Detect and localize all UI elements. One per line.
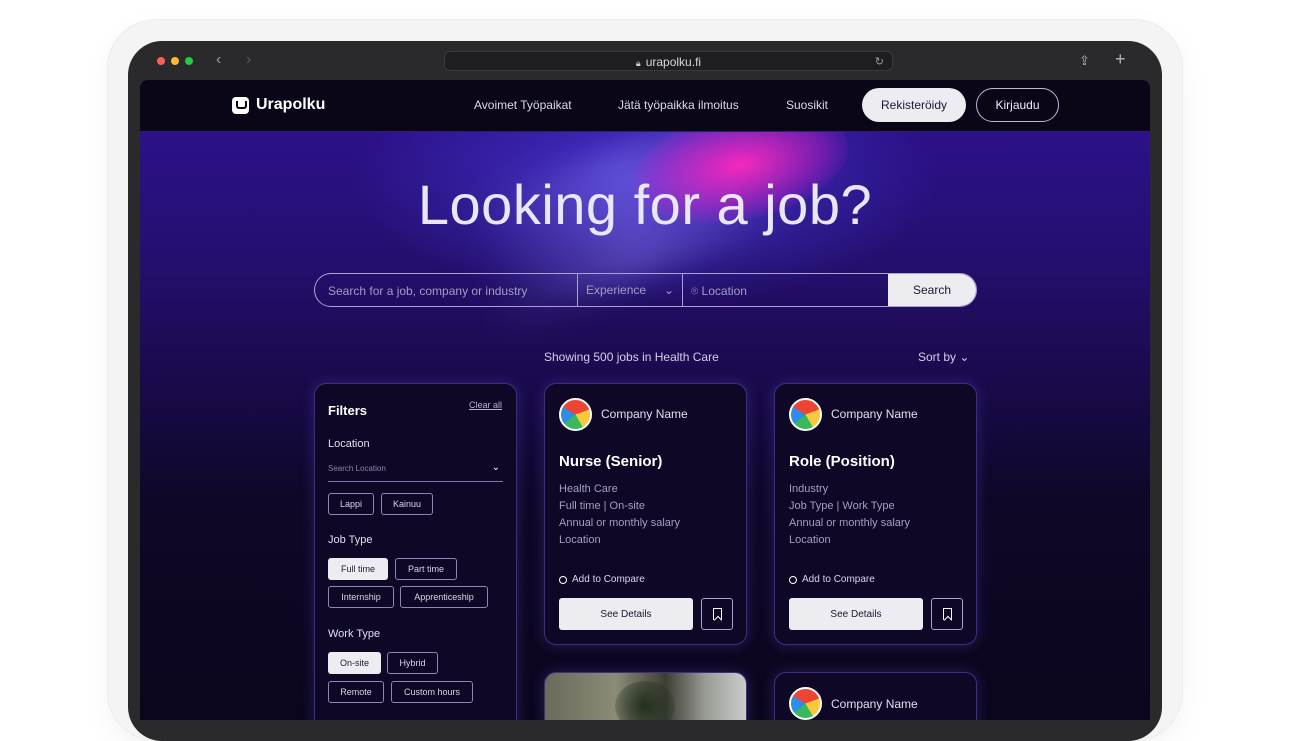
nav-link-post-job[interactable]: Jätä työpaikka ilmoitus: [618, 98, 739, 112]
site-logo[interactable]: Urapolku: [232, 96, 325, 114]
results-summary: Showing 500 jobs in Health Care: [544, 350, 719, 364]
clear-all-filters-link[interactable]: Clear all: [469, 400, 502, 410]
fullscreen-window-button[interactable]: [185, 57, 193, 65]
new-tab-icon[interactable]: +: [1115, 49, 1126, 70]
work-type-filter-label: Work Type: [328, 628, 381, 640]
chip-job-type-internship[interactable]: Internship: [328, 586, 394, 608]
chevron-down-icon: ⌄: [491, 462, 500, 473]
lock-icon: 🔒︎: [635, 58, 641, 68]
job-card[interactable]: Company Name: [774, 672, 977, 720]
save-job-button[interactable]: [931, 598, 963, 630]
job-card[interactable]: Company Name Nurse (Senior) Health Care …: [544, 383, 747, 645]
address-text-row: 🔒︎ urapolku.fi: [445, 55, 892, 69]
job-industry: Health Care: [559, 483, 618, 495]
company-logo: [789, 687, 822, 720]
nav-link-open-jobs[interactable]: Avoimet Työpaikat: [474, 98, 572, 112]
experience-select[interactable]: Experience ⌄: [578, 274, 683, 306]
filters-title: Filters: [328, 403, 368, 418]
logo-text: Urapolku: [256, 96, 326, 113]
close-window-button[interactable]: [157, 57, 165, 65]
chevron-down-icon: ⌄: [959, 350, 970, 364]
chip-work-type-custom-hours[interactable]: Custom hours: [391, 681, 473, 703]
job-type: Full time | On-site: [559, 500, 645, 512]
sort-by-label: Sort by: [918, 350, 957, 364]
company-logo: [559, 398, 592, 431]
experience-select-label: Experience: [586, 283, 647, 297]
add-to-compare-toggle[interactable]: Add to Compare: [559, 574, 645, 585]
company-logo: [789, 398, 822, 431]
chip-job-type-apprenticeship[interactable]: Apprenticeship: [400, 586, 488, 608]
keyword-search-input[interactable]: Search for a job, company or industry: [315, 274, 578, 306]
sort-by-dropdown[interactable]: Sort by ⌄: [918, 350, 969, 364]
job-type: Job Type | Work Type: [789, 500, 895, 512]
chevron-down-icon: ⌄: [663, 283, 674, 297]
register-button[interactable]: Rekisteröidy: [862, 88, 966, 122]
job-type-filter-label: Job Type: [328, 534, 373, 546]
chip-job-type-full-time[interactable]: Full time: [328, 558, 388, 580]
job-industry: Industry: [789, 483, 829, 495]
radio-circle-icon: [559, 575, 567, 584]
filters-panel: Filters Clear all Location Search Locati…: [314, 383, 517, 720]
job-card[interactable]: Company Name Role (Position) Industry Jo…: [774, 383, 977, 645]
location-filter-label: Location: [328, 438, 370, 450]
reload-icon[interactable]: ↻: [875, 55, 884, 68]
site-header: Urapolku Avoimet Työpaikat Jätä työpaikk…: [140, 80, 1150, 132]
nav-link-favorites[interactable]: Suosikit: [786, 98, 828, 112]
job-card-photo[interactable]: [544, 672, 747, 720]
address-bar[interactable]: 🔒︎ urapolku.fi ↻: [444, 51, 893, 71]
chip-work-type-remote[interactable]: Remote: [328, 681, 384, 703]
see-details-button[interactable]: See Details: [789, 598, 923, 630]
chip-job-type-part-time[interactable]: Part time: [395, 558, 457, 580]
company-name: Company Name: [831, 407, 918, 421]
radio-circle-icon: [789, 575, 797, 584]
company-name: Company Name: [601, 407, 688, 421]
hero-title: Looking for a job?: [417, 173, 873, 236]
job-title[interactable]: Nurse (Senior): [559, 453, 662, 470]
location-search-placeholder: Location: [701, 284, 747, 298]
save-job-button[interactable]: [701, 598, 733, 630]
job-location: Location: [559, 534, 601, 546]
job-location: Location: [789, 534, 831, 546]
web-page: Urapolku Avoimet Työpaikat Jätä työpaikk…: [140, 80, 1150, 720]
location-pin-icon: ⌾: [691, 284, 702, 298]
job-salary: Annual or monthly salary: [789, 517, 911, 529]
url-text: urapolku.fi: [645, 55, 702, 69]
logo-icon: [232, 96, 249, 114]
login-button[interactable]: Kirjaudu: [976, 88, 1059, 122]
forward-arrow-icon[interactable]: ›: [246, 51, 251, 69]
see-details-button[interactable]: See Details: [559, 598, 693, 630]
chip-work-type-on-site[interactable]: On-site: [328, 652, 381, 674]
add-to-compare-label: Add to Compare: [572, 574, 645, 585]
location-search-input[interactable]: ⌾ Location: [683, 274, 888, 306]
chip-location-kainuu[interactable]: Kainuu: [381, 493, 433, 515]
job-search-bar: Search for a job, company or industry Ex…: [314, 273, 977, 307]
add-to-compare-label: Add to Compare: [802, 574, 875, 585]
job-title[interactable]: Role (Position): [789, 453, 895, 470]
chip-location-lappi[interactable]: Lappi: [328, 493, 374, 515]
job-salary: Annual or monthly salary: [559, 517, 681, 529]
location-filter-input[interactable]: Search Location ⌄: [328, 462, 503, 482]
minimize-window-button[interactable]: [171, 57, 179, 65]
bookmark-icon: [712, 608, 722, 620]
company-name: Company Name: [831, 697, 918, 711]
add-to-compare-toggle[interactable]: Add to Compare: [789, 574, 875, 585]
back-arrow-icon[interactable]: ‹: [216, 51, 221, 69]
share-icon[interactable]: ⇪: [1079, 53, 1090, 69]
search-button[interactable]: Search: [888, 274, 976, 306]
chip-work-type-hybrid[interactable]: Hybrid: [387, 652, 438, 674]
bookmark-icon: [942, 608, 952, 620]
location-filter-placeholder: Search Location: [328, 464, 386, 473]
